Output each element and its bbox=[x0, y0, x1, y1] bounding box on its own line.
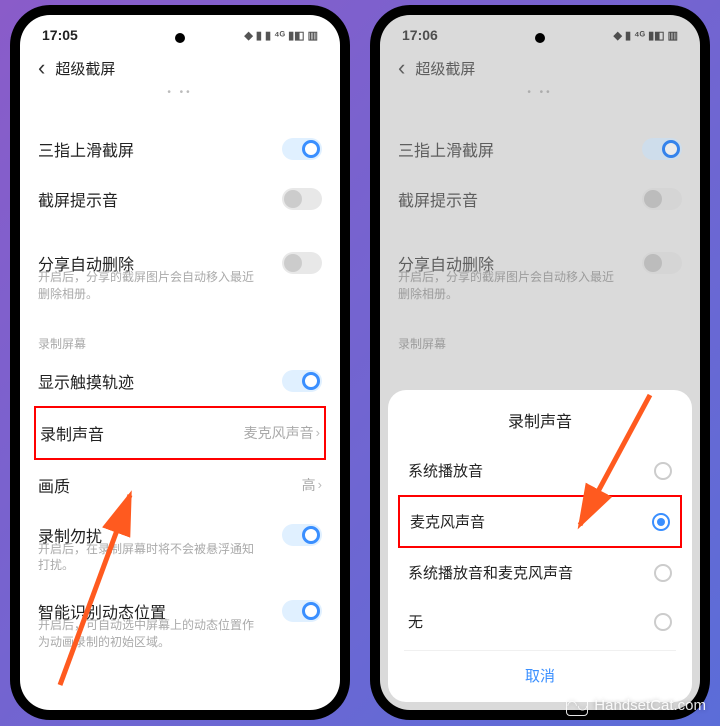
row-three-finger[interactable]: 三指上滑截屏 bbox=[38, 124, 322, 174]
chevron-right-icon: › bbox=[318, 477, 322, 492]
radio[interactable] bbox=[654, 564, 672, 582]
watermark-icon: ◠◡ bbox=[566, 694, 588, 716]
chevron-right-icon: › bbox=[316, 425, 320, 440]
row-quality[interactable]: 画质 高 › bbox=[38, 460, 322, 510]
watermark-text: HandsetCat.com bbox=[594, 697, 706, 714]
label: 显示触摸轨迹 bbox=[38, 369, 134, 393]
option-system-and-mic[interactable]: 系统播放音和麦克风声音 bbox=[404, 548, 676, 597]
toggle[interactable] bbox=[282, 138, 322, 160]
label: 系统播放音 bbox=[408, 460, 483, 481]
phone-left: 17:05 ◆ ▮ ▮ ⁴ᴳ ▮◧ ▥ ‹ 超级截屏 • •• 三指上滑截屏 截… bbox=[10, 5, 350, 720]
option-none[interactable]: 无 bbox=[404, 597, 676, 646]
label: 三指上滑截屏 bbox=[38, 137, 134, 161]
settings-list: 三指上滑截屏 截屏提示音 分享自动删除 开启后，分享的截屏图片会自动移入最近删除… bbox=[20, 124, 340, 663]
watermark: ◠◡ HandsetCat.com bbox=[566, 694, 706, 716]
nav-header: ‹ 超级截屏 bbox=[20, 47, 340, 87]
label: 无 bbox=[408, 611, 423, 632]
section-header: 录制屏幕 bbox=[38, 315, 322, 356]
row-show-touch[interactable]: 显示触摸轨迹 bbox=[38, 356, 322, 406]
desc: 开启后，在录制屏幕时将不会被悬浮通知打扰。 bbox=[38, 541, 322, 587]
label: 截屏提示音 bbox=[38, 187, 118, 211]
status-icons: ◆ ▮ ▮ ⁴ᴳ ▮◧ ▥ bbox=[244, 29, 318, 42]
row-record-audio[interactable]: 录制声音 麦克风声音 › bbox=[40, 408, 320, 458]
clock: 17:05 bbox=[42, 27, 78, 43]
toggle[interactable] bbox=[282, 524, 322, 546]
label: 录制声音 bbox=[40, 421, 104, 445]
page-title: 超级截屏 bbox=[55, 58, 115, 79]
desc: 开启后，可自动选中屏幕上的动态位置作为动画录制的初始区域。 bbox=[38, 617, 322, 663]
camera-hole bbox=[175, 33, 185, 43]
modal-title: 录制声音 bbox=[404, 408, 676, 432]
modal-record-sound: 录制声音 系统播放音 麦克风声音 系统播放音和麦克风声音 无 取消 bbox=[388, 390, 692, 702]
label: 系统播放音和麦克风声音 bbox=[408, 562, 573, 583]
toggle[interactable] bbox=[282, 600, 322, 622]
highlight-record-audio: 录制声音 麦克风声音 › bbox=[34, 406, 326, 460]
cancel-button[interactable]: 取消 bbox=[404, 650, 676, 692]
label: 麦克风声音 bbox=[410, 511, 485, 532]
highlight-mic-option: 麦克风声音 bbox=[398, 495, 682, 548]
option-microphone[interactable]: 麦克风声音 bbox=[406, 497, 674, 546]
option-system-audio[interactable]: 系统播放音 bbox=[404, 446, 676, 495]
label: 画质 bbox=[38, 473, 70, 497]
camera-hole bbox=[535, 33, 545, 43]
toggle[interactable] bbox=[282, 188, 322, 210]
toggle[interactable] bbox=[282, 252, 322, 274]
phone-right: 17:06 ◆ ▮ ⁴ᴳ ▮◧ ▥ ‹ 超级截屏 • •• 三指上滑截屏 截屏提… bbox=[370, 5, 710, 720]
toggle[interactable] bbox=[282, 370, 322, 392]
radio[interactable] bbox=[654, 613, 672, 631]
row-sound-hint[interactable]: 截屏提示音 bbox=[38, 174, 322, 224]
radio[interactable] bbox=[652, 513, 670, 531]
screen-right: 17:06 ◆ ▮ ⁴ᴳ ▮◧ ▥ ‹ 超级截屏 • •• 三指上滑截屏 截屏提… bbox=[380, 15, 700, 710]
page-indicator: • •• bbox=[20, 87, 340, 98]
value: 高 › bbox=[302, 475, 322, 495]
back-icon[interactable]: ‹ bbox=[38, 55, 45, 81]
value: 麦克风声音 › bbox=[244, 423, 320, 443]
screen-left: 17:05 ◆ ▮ ▮ ⁴ᴳ ▮◧ ▥ ‹ 超级截屏 • •• 三指上滑截屏 截… bbox=[20, 15, 340, 710]
desc: 开启后，分享的截屏图片会自动移入最近删除相册。 bbox=[38, 269, 322, 315]
radio[interactable] bbox=[654, 462, 672, 480]
